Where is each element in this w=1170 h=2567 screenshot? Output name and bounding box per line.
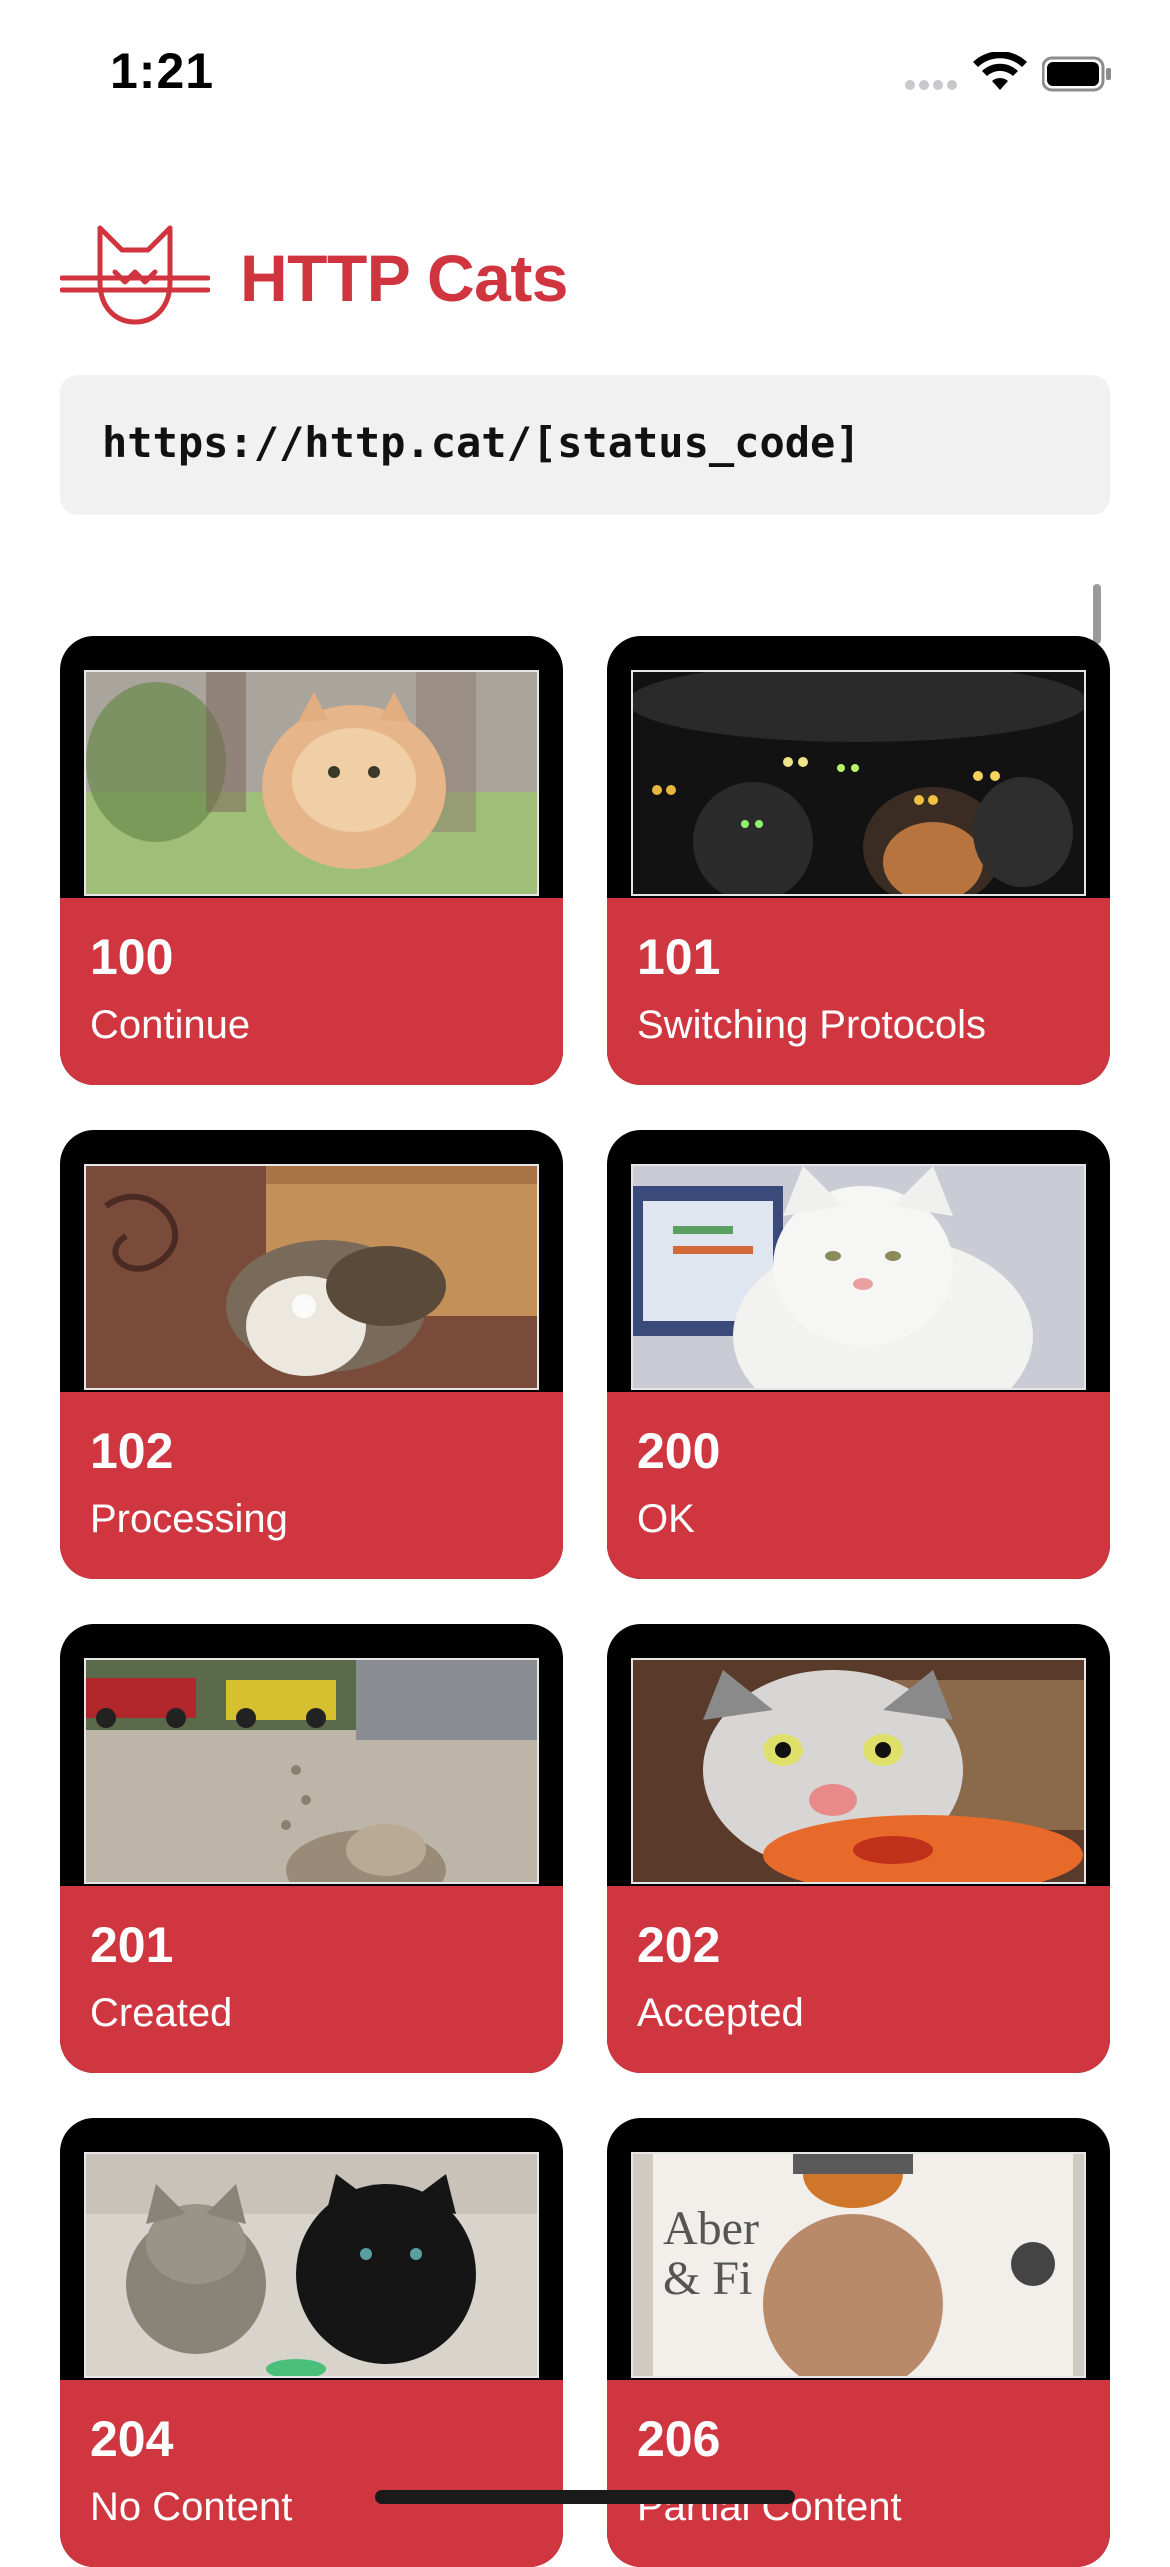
- status-card-202[interactable]: 202 Accepted: [607, 1624, 1110, 2073]
- svg-text:Aber: Aber: [663, 2202, 759, 2255]
- cat-photo: [84, 2152, 539, 2378]
- cat-photo: [84, 1164, 539, 1390]
- wifi-icon: [973, 52, 1027, 90]
- app-title: HTTP Cats: [240, 241, 569, 315]
- signal-icon: [905, 80, 959, 94]
- status-card-200[interactable]: 200 OK: [607, 1130, 1110, 1579]
- status-card-100[interactable]: 100 Continue: [60, 636, 563, 1085]
- status-code: 202: [637, 1917, 721, 1973]
- status-card-101[interactable]: 101 Switching Protocols: [607, 636, 1110, 1085]
- status-bar: 1:21: [0, 0, 1170, 140]
- status-code: 200: [637, 1423, 721, 1479]
- card-caption: 101 Switching Protocols: [607, 898, 1110, 1085]
- card-caption: 200 OK: [607, 1392, 1110, 1579]
- cat-photo: [84, 1658, 539, 1884]
- status-code: 201: [90, 1917, 174, 1973]
- status-text: Created: [90, 1991, 233, 2035]
- scroll-indicator[interactable]: [1093, 584, 1101, 644]
- status-card-201[interactable]: 201 Created: [60, 1624, 563, 2073]
- status-code: 100: [90, 929, 174, 985]
- status-text: No Content: [90, 2485, 293, 2529]
- status-text: Accepted: [637, 1991, 804, 2035]
- cat-photo: [631, 1164, 1086, 1390]
- status-text: OK: [637, 1497, 695, 1541]
- battery-icon: [1042, 56, 1111, 92]
- svg-text:& Fi: & Fi: [663, 2252, 752, 2305]
- status-time: 1:21: [110, 43, 215, 99]
- card-caption: 206 Partial Content: [607, 2380, 1110, 2567]
- cat-photo: [84, 670, 539, 896]
- cat-photo: [631, 670, 1086, 896]
- status-code: 204: [90, 2411, 174, 2467]
- card-caption: 201 Created: [60, 1886, 563, 2073]
- cat-logo-icon: [60, 225, 210, 325]
- status-text: Processing: [90, 1497, 288, 1541]
- card-caption: 102 Processing: [60, 1392, 563, 1579]
- status-code: 102: [90, 1423, 174, 1479]
- status-text: Continue: [90, 1003, 251, 1047]
- url-template-text: https://http.cat/[status_code]: [102, 418, 861, 467]
- card-caption: 202 Accepted: [607, 1886, 1110, 2073]
- url-template-box: https://http.cat/[status_code]: [60, 375, 1110, 515]
- card-caption: 204 No Content: [60, 2380, 563, 2567]
- status-code: 101: [637, 929, 721, 985]
- status-card-102[interactable]: 102 Processing: [60, 1130, 563, 1579]
- app-header: HTTP Cats: [60, 220, 1110, 330]
- home-indicator[interactable]: [375, 2490, 795, 2504]
- status-text: Switching Protocols: [637, 1003, 987, 1047]
- cat-photo: Aber & Fi: [631, 2152, 1086, 2378]
- card-caption: 100 Continue: [60, 898, 563, 1085]
- cat-photo: [631, 1658, 1086, 1884]
- status-code: 206: [637, 2411, 721, 2467]
